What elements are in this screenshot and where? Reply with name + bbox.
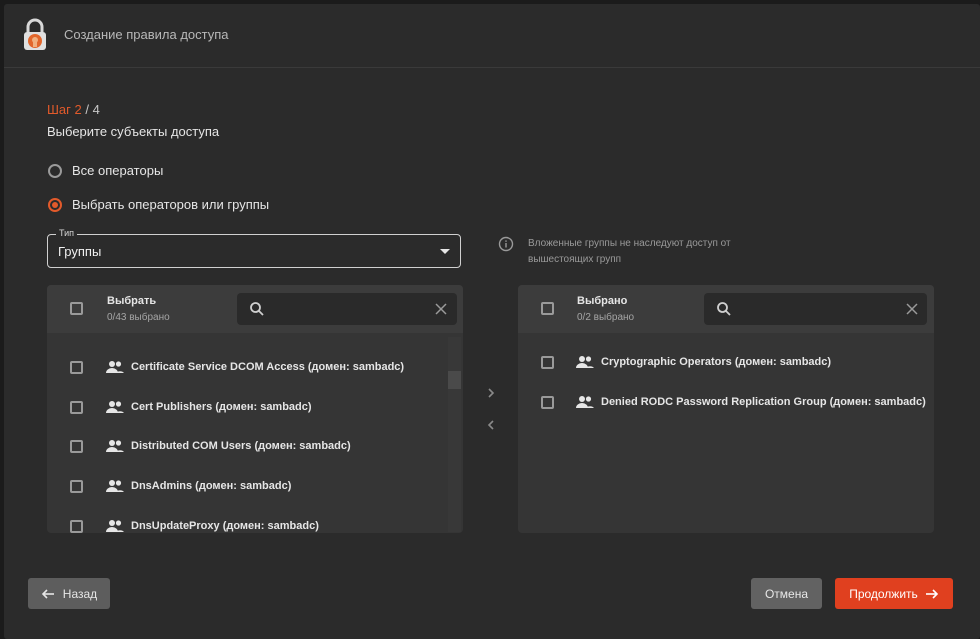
group-icon — [576, 396, 594, 408]
back-button-label: Назад — [62, 586, 98, 601]
move-right-icon[interactable] — [485, 386, 497, 400]
item-label: Distributed COM Users (домен: sambadc) — [131, 440, 351, 452]
available-list-scrollbar[interactable] — [448, 337, 461, 532]
item-checkbox[interactable] — [541, 356, 554, 369]
info-note: Вложенные группы не наследуют доступ от … — [498, 236, 788, 268]
selected-panel-header: Выбрано 0/2 выбрано — [518, 285, 934, 333]
lock-logo-icon — [24, 18, 46, 50]
selected-groups-panel: Выбрано 0/2 выбрано Cryptographic Operat… — [518, 285, 934, 533]
selected-search-input[interactable] — [738, 299, 892, 321]
search-icon — [250, 302, 264, 316]
radio-label: Выбрать операторов или группы — [72, 197, 270, 212]
arrow-right-icon — [925, 588, 938, 599]
search-icon — [717, 302, 731, 316]
cancel-button[interactable]: Отмена — [751, 578, 822, 609]
item-label: Cryptographic Operators (домен: sambadc) — [601, 356, 832, 368]
list-item[interactable]: Distributed COM Users (домен: sambadc) — [47, 435, 463, 459]
step-total: / 4 — [81, 102, 100, 117]
group-icon — [106, 361, 124, 373]
type-select-legend: Тип — [56, 228, 78, 238]
scrollbar-thumb[interactable] — [448, 371, 461, 389]
available-search-input[interactable] — [271, 299, 425, 321]
type-select-value: Группы — [58, 244, 102, 259]
item-label: Cert Publishers (домен: sambadc) — [131, 401, 312, 413]
item-checkbox[interactable] — [541, 396, 554, 409]
radio-all-operators[interactable]: Все операторы — [48, 163, 163, 178]
info-text: Вложенные группы не наследуют доступ от … — [528, 238, 731, 265]
back-button[interactable]: Назад — [28, 578, 110, 609]
list-item[interactable]: Cryptographic Operators (домен: sambadc) — [518, 351, 934, 375]
access-rule-dialog: Создание правила доступа Шаг 2 / 4 Выбер… — [4, 4, 980, 639]
list-item[interactable]: DnsAdmins (домен: sambadc) — [47, 475, 463, 499]
list-item[interactable]: Denied RODC Password Replication Group (… — [518, 391, 934, 415]
item-checkbox[interactable] — [70, 361, 83, 374]
item-checkbox[interactable] — [70, 440, 83, 453]
list-item[interactable]: Certificate Service DCOM Access (домен: … — [47, 356, 463, 380]
selected-panel-title: Выбрано — [577, 295, 628, 307]
clear-icon[interactable] — [905, 302, 919, 316]
info-icon — [498, 236, 514, 252]
radio-select-operators-or-groups[interactable]: Выбрать операторов или группы — [48, 197, 269, 212]
continue-button[interactable]: Продолжить — [835, 578, 953, 609]
cancel-button-label: Отмена — [764, 586, 809, 601]
step-indicator: Шаг 2 / 4 — [47, 102, 100, 117]
available-panel-title: Выбрать — [107, 295, 157, 307]
selected-search[interactable] — [704, 293, 927, 325]
caret-down-icon[interactable] — [440, 249, 450, 254]
item-checkbox[interactable] — [70, 520, 83, 533]
group-icon — [106, 480, 124, 492]
group-icon — [106, 520, 124, 532]
item-label: DnsAdmins (домен: sambadc) — [131, 480, 292, 492]
item-label: DnsUpdateProxy (домен: sambadc) — [131, 520, 319, 532]
radio-circle[interactable] — [48, 163, 62, 178]
item-label: Certificate Service DCOM Access (домен: … — [131, 361, 405, 373]
continue-button-label: Продолжить — [849, 586, 918, 601]
available-panel-count: 0/43 выбрано — [107, 312, 170, 323]
list-item[interactable]: DnsUpdateProxy (домен: sambadc) — [47, 515, 463, 533]
item-checkbox[interactable] — [70, 480, 83, 493]
item-checkbox[interactable] — [70, 401, 83, 414]
item-label: Denied RODC Password Replication Group (… — [601, 396, 926, 408]
list-item[interactable]: Cert Publishers (домен: sambadc) — [47, 396, 463, 420]
selected-panel-count: 0/2 выбрано — [577, 312, 635, 323]
arrow-left-icon — [41, 588, 54, 599]
available-panel-header: Выбрать 0/43 выбрано — [47, 285, 463, 333]
select-all-checkbox[interactable] — [70, 302, 83, 315]
group-icon — [106, 401, 124, 413]
clear-icon[interactable] — [434, 302, 448, 316]
group-icon — [576, 356, 594, 368]
type-select[interactable]: Тип Группы — [47, 228, 461, 268]
step-subtitle: Выберите субъекты доступа — [47, 124, 220, 139]
dialog-header: Создание правила доступа — [4, 4, 980, 68]
radio-label: Все операторы — [72, 163, 164, 178]
select-all-selected-checkbox[interactable] — [541, 302, 554, 315]
radio-circle-checked[interactable] — [48, 197, 62, 212]
group-icon — [106, 440, 124, 452]
available-search[interactable] — [237, 293, 457, 325]
step-current: Шаг 2 — [47, 102, 82, 117]
available-groups-panel: Выбрать 0/43 выбрано Certificate Service… — [47, 285, 463, 533]
move-left-icon[interactable] — [485, 418, 497, 432]
dialog-title: Создание правила доступа — [64, 27, 229, 42]
